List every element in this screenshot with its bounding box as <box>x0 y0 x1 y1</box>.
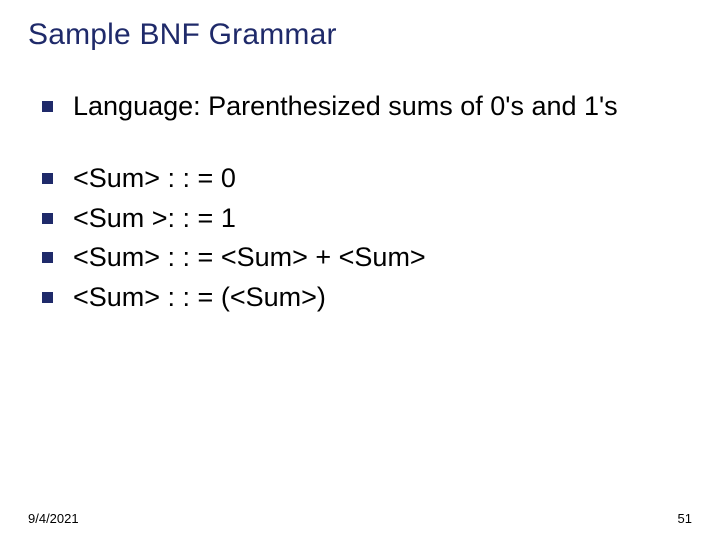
slide-footer: 9/4/2021 51 <box>28 511 692 526</box>
item-text: Language: Parenthesized sums of 0's and … <box>73 90 618 124</box>
footer-date: 9/4/2021 <box>28 511 79 526</box>
slide-body: Language: Parenthesized sums of 0's and … <box>28 90 692 315</box>
list-item: <Sum> : : = <Sum> + <Sum> <box>42 241 692 275</box>
list-item: Language: Parenthesized sums of 0's and … <box>42 90 692 124</box>
square-bullet-icon <box>42 213 53 224</box>
slide: Sample BNF Grammar Language: Parenthesiz… <box>0 0 720 540</box>
item-text: <Sum> : : = <Sum> + <Sum> <box>73 241 426 275</box>
list-item: <Sum> : : = 0 <box>42 162 692 196</box>
square-bullet-icon <box>42 101 53 112</box>
slide-title: Sample BNF Grammar <box>28 18 692 52</box>
square-bullet-icon <box>42 292 53 303</box>
list-item: <Sum >: : = 1 <box>42 202 692 236</box>
list-item: <Sum> : : = (<Sum>) <box>42 281 692 315</box>
item-text: <Sum >: : = 1 <box>73 202 236 236</box>
item-text: <Sum> : : = 0 <box>73 162 236 196</box>
spacer <box>42 130 692 162</box>
square-bullet-icon <box>42 252 53 263</box>
square-bullet-icon <box>42 173 53 184</box>
item-text: <Sum> : : = (<Sum>) <box>73 281 326 315</box>
footer-page-number: 51 <box>678 511 692 526</box>
